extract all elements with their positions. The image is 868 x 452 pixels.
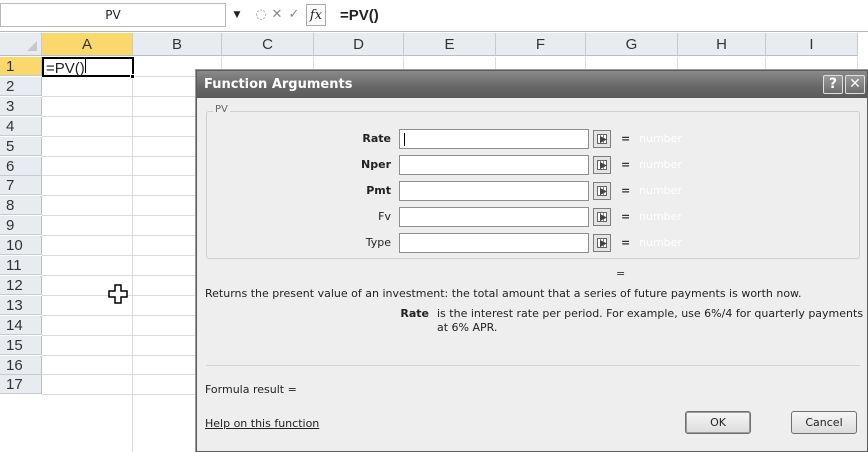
- row-header-6[interactable]: 6: [0, 156, 42, 176]
- nper-input[interactable]: [399, 155, 589, 175]
- active-cell-a1[interactable]: =PV(): [42, 57, 134, 77]
- function-description: Returns the present value of an investme…: [205, 287, 802, 300]
- arg-label-rate: Rate: [362, 132, 391, 145]
- arg-hint: number: [639, 210, 682, 223]
- cell-cursor-icon: [108, 284, 128, 304]
- pmt-input[interactable]: [399, 181, 589, 201]
- formula-buttons: ◌ ✕ ✓ fx: [246, 4, 332, 26]
- current-arg-description: is the interest rate per period. For exa…: [437, 307, 864, 334]
- row-header-3[interactable]: 3: [0, 96, 42, 116]
- dialog-title: Function Arguments: [204, 77, 353, 92]
- arg-equals: =: [621, 158, 631, 171]
- select-all-corner[interactable]: [0, 33, 42, 56]
- row-header-9[interactable]: 9: [0, 216, 42, 236]
- cancel-button[interactable]: Cancel: [791, 411, 857, 434]
- column-header-g[interactable]: G: [586, 33, 678, 56]
- formula-input[interactable]: =PV(): [340, 4, 379, 28]
- row-header-10[interactable]: 10: [0, 236, 42, 256]
- arg-label-type: Type: [365, 236, 391, 249]
- arg-hint: number: [639, 236, 682, 249]
- arg-equals: =: [621, 132, 631, 145]
- collapse-dialog-icon[interactable]: [593, 208, 611, 226]
- row-header-7[interactable]: 7: [0, 176, 42, 196]
- arg-label-pmt: Pmt: [366, 184, 391, 197]
- enter-formula-icon[interactable]: ✓: [286, 4, 302, 26]
- column-header-d[interactable]: D: [314, 33, 404, 56]
- ok-button[interactable]: OK: [685, 411, 751, 434]
- row-header-5[interactable]: 5: [0, 136, 42, 156]
- row-header-2[interactable]: 2: [0, 76, 42, 96]
- fill-handle[interactable]: [130, 74, 135, 79]
- arg-hint: number: [639, 184, 682, 197]
- column-header-b[interactable]: B: [133, 33, 222, 56]
- collapse-dialog-icon[interactable]: [593, 182, 611, 200]
- function-result-equals: =: [616, 267, 626, 280]
- separator: [206, 365, 860, 366]
- close-icon[interactable]: ✕: [845, 75, 865, 94]
- name-box[interactable]: PV: [0, 3, 226, 27]
- formula-bar: PV ▼ ◌ ✕ ✓ fx =PV(): [0, 0, 868, 32]
- cell-a1-value: =PV(): [46, 60, 85, 77]
- arg-hint: number: [639, 158, 682, 171]
- row-header-4[interactable]: 4: [0, 116, 42, 136]
- help-link[interactable]: Help on this function: [205, 417, 319, 430]
- arguments-group: PV Rate = number Nper = number Pmt = num…: [206, 104, 860, 259]
- row-header-13[interactable]: 13: [0, 295, 42, 315]
- column-header-f[interactable]: F: [496, 33, 586, 56]
- row-header-12[interactable]: 12: [0, 275, 42, 295]
- column-header-a[interactable]: A: [42, 33, 133, 56]
- column-header-c[interactable]: C: [222, 33, 314, 56]
- arg-label-fv: Fv: [378, 210, 391, 223]
- dialog-titlebar[interactable]: Function Arguments ? ✕: [197, 71, 867, 98]
- arg-equals: =: [621, 210, 631, 223]
- arg-hint: number: [639, 132, 682, 145]
- collapse-dialog-icon[interactable]: [593, 234, 611, 252]
- function-arguments-dialog: Function Arguments ? ✕ PV Rate = number …: [196, 70, 868, 452]
- cancel-formula-icon[interactable]: ◌: [252, 4, 270, 26]
- help-icon[interactable]: ?: [823, 75, 843, 94]
- type-input[interactable]: [399, 233, 589, 253]
- row-header-8[interactable]: 8: [0, 196, 42, 216]
- formula-result-label: Formula result =: [205, 383, 297, 396]
- arg-equals: =: [621, 184, 631, 197]
- text-cursor: [84, 59, 86, 73]
- collapse-dialog-icon[interactable]: [593, 156, 611, 174]
- current-arg-name: Rate: [400, 307, 429, 320]
- collapse-dialog-icon[interactable]: [593, 130, 611, 148]
- group-label: PV: [213, 104, 230, 115]
- row-header-11[interactable]: 11: [0, 256, 42, 275]
- row-header-16[interactable]: 16: [0, 355, 42, 375]
- column-header-e[interactable]: E: [404, 33, 496, 56]
- dropdown-icon[interactable]: ▼: [230, 6, 244, 24]
- rate-input[interactable]: [399, 129, 589, 149]
- insert-function-icon[interactable]: fx: [306, 4, 326, 26]
- column-header-i[interactable]: I: [766, 33, 858, 56]
- row-header-14[interactable]: 14: [0, 315, 42, 335]
- arg-label-nper: Nper: [361, 158, 391, 171]
- row-header-1[interactable]: 1: [0, 57, 42, 76]
- fv-input[interactable]: [399, 207, 589, 227]
- arg-equals: =: [621, 236, 631, 249]
- cancel-formula-button[interactable]: ✕: [270, 4, 284, 26]
- column-header-h[interactable]: H: [678, 33, 766, 56]
- row-header-15[interactable]: 15: [0, 335, 42, 355]
- text-caret: [404, 133, 405, 146]
- row-header-17[interactable]: 17: [0, 375, 42, 395]
